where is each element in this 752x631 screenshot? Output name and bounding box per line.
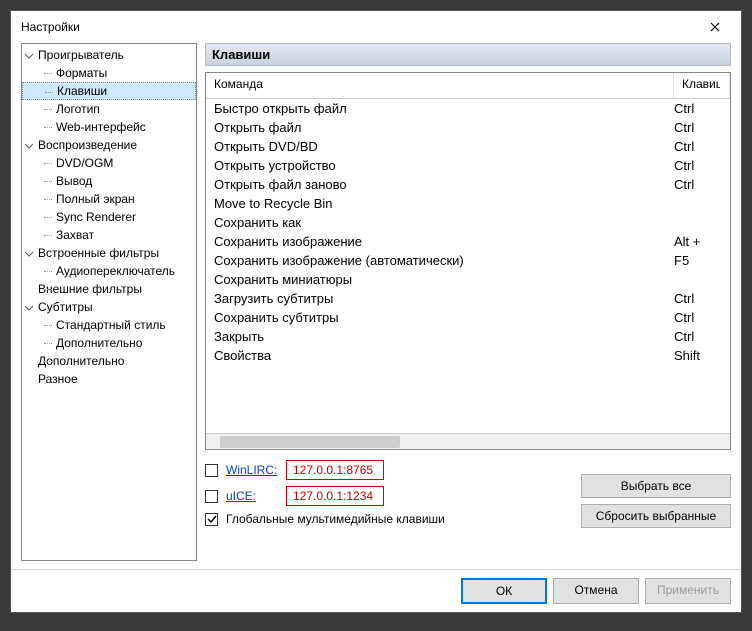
table-row[interactable]: Сохранить как (206, 213, 730, 232)
titlebar: Настройки (11, 11, 741, 43)
tree-dvdogm[interactable]: DVD/OGM (22, 154, 196, 172)
keys-table: Команда Клавиши Быстро открыть файлCtrlО… (205, 72, 731, 450)
tree-keys[interactable]: Клавиши (22, 82, 196, 100)
tree-advanced[interactable]: Дополнительно (22, 334, 196, 352)
tree-playback[interactable]: Воспроизведение (22, 136, 196, 154)
table-row[interactable]: Загрузить субтитрыCtrl (206, 289, 730, 308)
table-row[interactable]: Открыть DVD/BDCtrl (206, 137, 730, 156)
winlirc-checkbox[interactable] (205, 464, 218, 477)
table-row[interactable]: Открыть файл зановоCtrl (206, 175, 730, 194)
tree-web[interactable]: Web-интерфейс (22, 118, 196, 136)
uice-link[interactable]: uICE: (226, 489, 278, 503)
cell-command: Открыть устройство (214, 158, 674, 173)
cell-command: Открыть файл заново (214, 177, 674, 192)
nav-tree[interactable]: Проигрыватель Форматы Клавиши Логотип We… (21, 43, 197, 561)
uice-checkbox[interactable] (205, 490, 218, 503)
uice-address-input[interactable]: 127.0.0.1:1234 (286, 486, 384, 506)
cell-key: Ctrl (674, 291, 722, 306)
collapse-icon[interactable] (24, 302, 34, 312)
table-row[interactable]: СвойстваShift (206, 346, 730, 365)
table-row[interactable]: Открыть файлCtrl (206, 118, 730, 137)
tree-fullscreen[interactable]: Полный экран (22, 190, 196, 208)
content-pane: Клавиши Команда Клавиши Быстро открыть ф… (205, 43, 731, 561)
table-row[interactable]: Быстро открыть файлCtrl (206, 99, 730, 118)
h-scrollbar[interactable] (206, 433, 730, 449)
cell-key: Alt + (674, 234, 722, 249)
tree-player[interactable]: Проигрыватель (22, 46, 196, 64)
section-title: Клавиши (205, 43, 731, 66)
cell-command: Сохранить как (214, 215, 674, 230)
tree-audioswitch[interactable]: Аудиопереключатель (22, 262, 196, 280)
select-all-button[interactable]: Выбрать все (581, 474, 731, 498)
bottom-controls: WinLIRC: 127.0.0.1:8765 uICE: 127.0.0.1:… (205, 460, 731, 532)
tree-misc[interactable]: Разное (22, 370, 196, 388)
check-icon (207, 514, 217, 524)
tree-output[interactable]: Вывод (22, 172, 196, 190)
apply-button[interactable]: Применить (645, 578, 731, 604)
table-row[interactable]: Сохранить субтитрыCtrl (206, 308, 730, 327)
left-controls: WinLIRC: 127.0.0.1:8765 uICE: 127.0.0.1:… (205, 460, 571, 532)
cell-command: Сохранить изображение (автоматически) (214, 253, 674, 268)
col-command[interactable]: Команда (206, 73, 674, 98)
cell-key: Ctrl (674, 120, 722, 135)
cell-command: Открыть DVD/BD (214, 139, 674, 154)
cell-key: F5 (674, 253, 722, 268)
collapse-icon[interactable] (24, 140, 34, 150)
col-key[interactable]: Клавиши (674, 73, 730, 98)
cell-command: Сохранить изображение (214, 234, 674, 249)
reset-selected-button[interactable]: Сбросить выбранные (581, 504, 731, 528)
winlirc-link[interactable]: WinLIRC: (226, 463, 278, 477)
cell-key (674, 272, 722, 287)
cell-key: Shift (674, 348, 722, 363)
cell-key (674, 196, 722, 211)
tree-capture[interactable]: Захват (22, 226, 196, 244)
cell-command: Загрузить субтитры (214, 291, 674, 306)
ok-button[interactable]: ОК (461, 578, 547, 604)
scrollbar-thumb[interactable] (220, 436, 400, 448)
cell-command: Открыть файл (214, 120, 674, 135)
cell-command: Закрыть (214, 329, 674, 344)
table-row[interactable]: Открыть устройствоCtrl (206, 156, 730, 175)
cell-key (674, 215, 722, 230)
tree-intfilters[interactable]: Встроенные фильтры (22, 244, 196, 262)
table-row[interactable]: Сохранить изображениеAlt + (206, 232, 730, 251)
collapse-icon[interactable] (24, 50, 34, 60)
tree-formats[interactable]: Форматы (22, 64, 196, 82)
cell-key: Ctrl (674, 101, 722, 116)
side-buttons: Выбрать все Сбросить выбранные (581, 474, 731, 532)
cell-key: Ctrl (674, 139, 722, 154)
cell-command: Move to Recycle Bin (214, 196, 674, 211)
winlirc-address-input[interactable]: 127.0.0.1:8765 (286, 460, 384, 480)
tree-subs[interactable]: Субтитры (22, 298, 196, 316)
cell-command: Сохранить субтитры (214, 310, 674, 325)
cancel-button[interactable]: Отмена (553, 578, 639, 604)
cell-command: Быстро открыть файл (214, 101, 674, 116)
tree-sync[interactable]: Sync Renderer (22, 208, 196, 226)
dialog-footer: ОК Отмена Применить (11, 569, 741, 612)
table-body[interactable]: Быстро открыть файлCtrlОткрыть файлCtrlО… (206, 99, 730, 433)
cell-key: Ctrl (674, 310, 722, 325)
tree-logo[interactable]: Логотип (22, 100, 196, 118)
table-header: Команда Клавиши (206, 73, 730, 99)
cell-key: Ctrl (674, 177, 722, 192)
cell-key: Ctrl (674, 158, 722, 173)
global-media-label: Глобальные мультимедийные клавиши (226, 512, 445, 526)
table-row[interactable]: ЗакрытьCtrl (206, 327, 730, 346)
tree-stdstyle[interactable]: Стандартный стиль (22, 316, 196, 334)
close-button[interactable] (699, 17, 731, 37)
cell-command: Сохранить миниатюры (214, 272, 674, 287)
dialog-body: Проигрыватель Форматы Клавиши Логотип We… (11, 43, 741, 569)
window-title: Настройки (21, 20, 80, 34)
global-media-checkbox[interactable] (205, 513, 218, 526)
tree-extfilters[interactable]: Внешние фильтры (22, 280, 196, 298)
collapse-icon[interactable] (24, 248, 34, 258)
table-row[interactable]: Move to Recycle Bin (206, 194, 730, 213)
tree-advanced2[interactable]: Дополнительно (22, 352, 196, 370)
table-row[interactable]: Сохранить миниатюры (206, 270, 730, 289)
settings-window: Настройки Проигрыватель Форматы Клавиши … (10, 10, 742, 613)
table-row[interactable]: Сохранить изображение (автоматически)F5 (206, 251, 730, 270)
cell-key: Ctrl (674, 329, 722, 344)
close-icon (710, 22, 720, 32)
cell-command: Свойства (214, 348, 674, 363)
